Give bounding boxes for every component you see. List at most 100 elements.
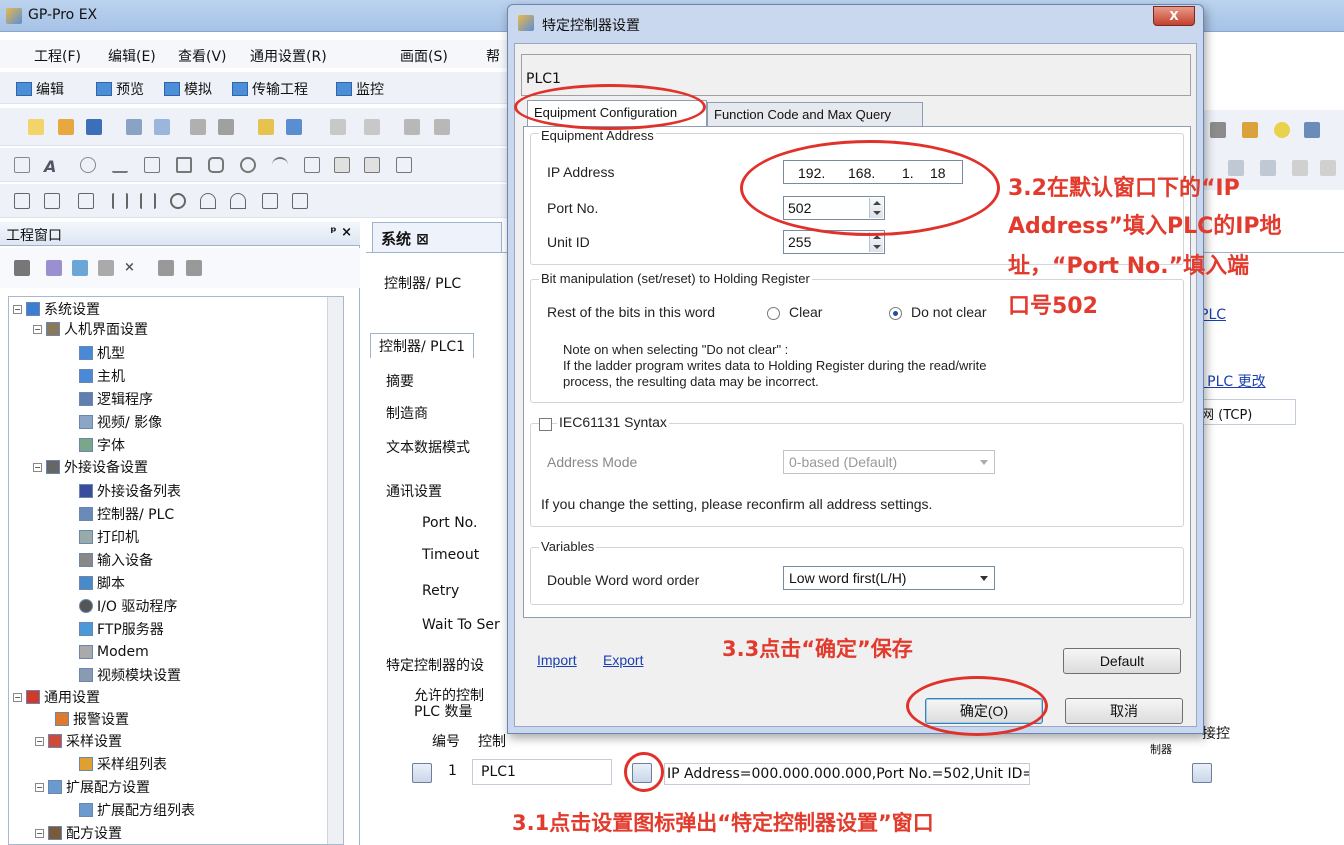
new-screen-icon[interactable]: [258, 119, 274, 135]
menu-screen[interactable]: 画面(S): [400, 46, 448, 66]
line-icon[interactable]: [112, 157, 128, 173]
contact-b-icon[interactable]: [140, 193, 156, 209]
panel-props-icon[interactable]: [158, 260, 174, 276]
iec-checkbox[interactable]: [539, 418, 552, 431]
tree-item[interactable]: 视频/ 影像: [79, 412, 162, 432]
tree-item[interactable]: 采样组列表: [79, 754, 167, 774]
tree-item[interactable]: FTP服务器: [79, 619, 164, 639]
cancel-button[interactable]: 取消: [1065, 698, 1183, 724]
tree-item[interactable]: 扩展配方组列表: [79, 800, 195, 820]
mode-transfer[interactable]: 传输工程: [232, 79, 308, 99]
new-icon[interactable]: [28, 119, 44, 135]
mode-preview[interactable]: 预览: [96, 79, 144, 99]
panel-paste-icon[interactable]: [98, 260, 114, 276]
tool-a-icon[interactable]: [1210, 122, 1226, 138]
tree-item[interactable]: Modem: [79, 642, 149, 662]
contact-a-icon[interactable]: [112, 193, 128, 209]
timer-icon[interactable]: [200, 193, 216, 209]
delete-row-icon[interactable]: [412, 763, 432, 783]
tree-item[interactable]: − 配方设置: [35, 823, 122, 843]
mode-monitor[interactable]: 监控: [336, 79, 384, 99]
tool-g-icon[interactable]: [1292, 160, 1308, 176]
panel-copy-icon[interactable]: [72, 260, 88, 276]
panel-tool-icon[interactable]: [14, 260, 30, 276]
tree-item[interactable]: 报警设置: [55, 709, 129, 729]
lamp-icon[interactable]: [44, 193, 60, 209]
rectangle-icon[interactable]: [176, 157, 192, 173]
pin-close-icon[interactable]: ᵖ ×: [330, 225, 352, 240]
clear-radio[interactable]: [767, 307, 780, 320]
menu-edit[interactable]: 编辑(E): [108, 46, 156, 66]
tab-system[interactable]: 系统 ⊠: [372, 222, 502, 252]
menu-file[interactable]: 工程(F): [34, 46, 81, 66]
print-icon[interactable]: [126, 119, 142, 135]
row-plc-name[interactable]: PLC1: [472, 759, 612, 785]
tree-item[interactable]: − 系统设置: [13, 299, 100, 319]
screen2-icon[interactable]: [364, 119, 380, 135]
tree-item[interactable]: 视频模块设置: [79, 665, 181, 685]
tree-item[interactable]: 控制器/ PLC: [79, 504, 174, 524]
print-preview-icon[interactable]: [154, 119, 170, 135]
tool-f-icon[interactable]: [1260, 160, 1276, 176]
panel-edit-icon[interactable]: [46, 260, 62, 276]
undo-icon[interactable]: [404, 119, 420, 135]
tree-item[interactable]: − 扩展配方设置: [35, 777, 150, 797]
tab-plc1[interactable]: 控制器/ PLC1: [370, 333, 475, 358]
panel-list-icon[interactable]: [186, 260, 202, 276]
tree-item[interactable]: − 采样设置: [35, 731, 122, 751]
table-icon[interactable]: [334, 157, 350, 173]
export-link[interactable]: Export: [603, 652, 643, 668]
open-icon[interactable]: [58, 119, 74, 135]
import-link[interactable]: Import: [537, 652, 577, 668]
circle-icon[interactable]: [240, 157, 256, 173]
collapse-icon[interactable]: −: [13, 304, 22, 314]
default-button[interactable]: Default: [1063, 648, 1181, 674]
collapse-icon[interactable]: −: [13, 692, 22, 702]
close-button[interactable]: X: [1153, 6, 1195, 26]
tree-item[interactable]: − 外接设备设置: [33, 457, 148, 477]
tree-item[interactable]: 字体: [79, 435, 125, 455]
tree-scrollbar[interactable]: [327, 297, 343, 844]
dword-order-select[interactable]: Low word first(L/H): [783, 566, 995, 590]
open-screen-icon[interactable]: [286, 119, 302, 135]
tree-item[interactable]: 脚本: [79, 573, 125, 593]
redo-icon[interactable]: [434, 119, 450, 135]
polygon-icon[interactable]: [208, 157, 224, 173]
tool-b-icon[interactable]: [1242, 122, 1258, 138]
coil-icon[interactable]: [170, 193, 186, 209]
row-edit-icon[interactable]: [1192, 763, 1212, 783]
collapse-icon[interactable]: −: [35, 736, 44, 746]
do-not-clear-radio[interactable]: [889, 307, 902, 320]
tree-item[interactable]: − 人机界面设置: [33, 319, 148, 339]
collapse-icon[interactable]: −: [33, 462, 42, 472]
tree-item[interactable]: 主机: [79, 366, 125, 386]
data-display-icon[interactable]: [78, 193, 94, 209]
polyline-icon[interactable]: [144, 157, 160, 173]
menu-common-settings[interactable]: 通用设置(R): [250, 46, 327, 66]
dot-icon[interactable]: [80, 157, 96, 173]
grid-icon[interactable]: [396, 157, 412, 173]
tree-item[interactable]: 输入设备: [79, 550, 153, 570]
mode-edit[interactable]: 编辑: [16, 79, 64, 99]
switch-icon[interactable]: [14, 193, 30, 209]
menu-view[interactable]: 查看(V): [178, 46, 227, 66]
tool-c-icon[interactable]: [1274, 122, 1290, 138]
collapse-icon[interactable]: −: [35, 828, 44, 838]
address-mode-select[interactable]: 0-based (Default): [783, 450, 995, 474]
tree-item[interactable]: 逻辑程序: [79, 389, 153, 409]
logic-icon[interactable]: [262, 193, 278, 209]
text-icon[interactable]: A: [44, 157, 60, 176]
arc-icon[interactable]: [272, 157, 288, 173]
logic2-icon[interactable]: [292, 193, 308, 209]
tree-item[interactable]: 外接设备列表: [79, 481, 181, 501]
save-icon[interactable]: [86, 119, 102, 135]
select-icon[interactable]: [14, 157, 30, 173]
copy-icon[interactable]: [218, 119, 234, 135]
tree-item[interactable]: I/O 驱动程序: [79, 596, 177, 616]
tool-d-icon[interactable]: [1304, 122, 1320, 138]
tree-item[interactable]: − 通用设置: [13, 687, 100, 707]
tree-item[interactable]: 机型: [79, 343, 125, 363]
mode-simulate[interactable]: 模拟: [164, 79, 212, 99]
menu-help[interactable]: 帮: [486, 46, 500, 66]
change-plc-link[interactable]: / PLC 更改: [1198, 371, 1266, 391]
